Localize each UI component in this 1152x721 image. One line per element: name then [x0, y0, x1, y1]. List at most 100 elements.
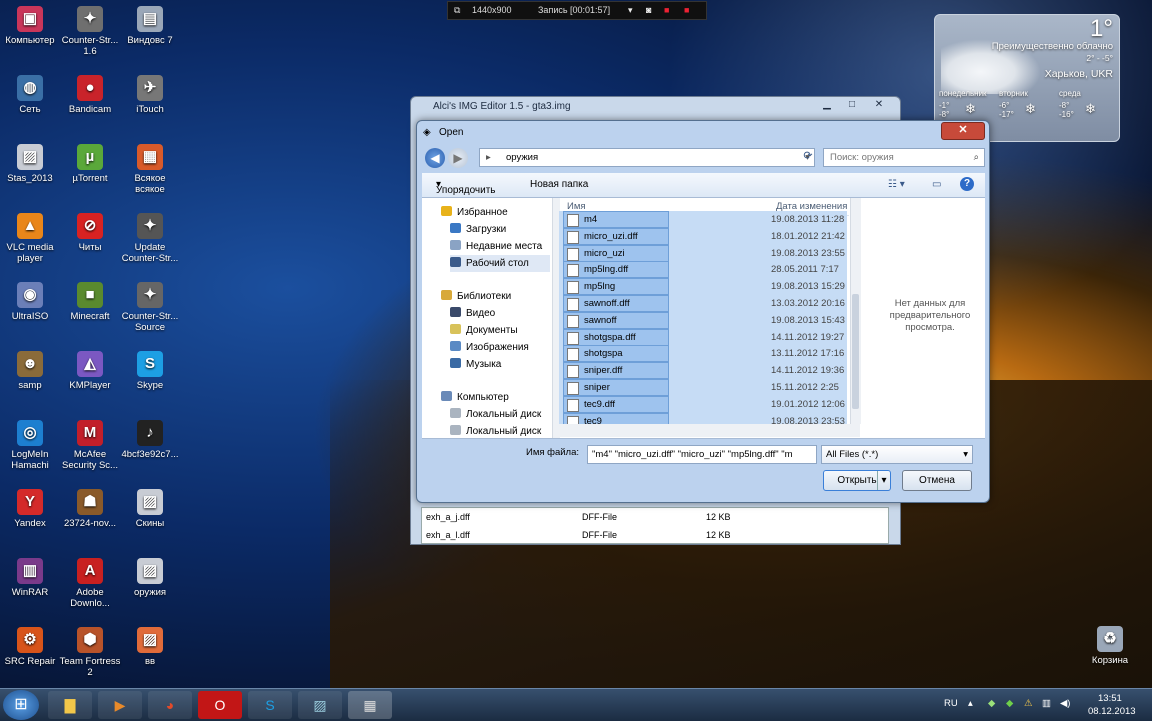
clock-time[interactable]: 13:51 — [1098, 693, 1122, 704]
img-file-row[interactable]: exh_a_j.dff DFF-File 12 KB — [422, 512, 882, 528]
img-file-row[interactable]: exh_a_l.dff DFF-File 12 KB — [422, 530, 882, 546]
file-row[interactable]: mp5lng.dff 28.05.2011 7:17 — [559, 261, 847, 279]
desktop-icon[interactable]: ☻ samp — [0, 351, 61, 391]
desktop-icon[interactable]: ✈ iTouch — [119, 75, 181, 115]
file-row[interactable]: shotgspa 13.11.2012 17:16 — [559, 345, 847, 363]
desktop-icon[interactable]: ⚙ SRC Repair — [0, 627, 61, 667]
filetype-select[interactable]: All Files (*.*) ▾ — [821, 445, 973, 464]
desktop-icon[interactable]: ▦ Всякое всякое — [119, 144, 181, 195]
desktop-icon[interactable]: ▨ Скины — [119, 489, 181, 529]
desktop-icon[interactable]: ☗ 23724-nov... — [59, 489, 121, 529]
preview-pane-icon[interactable]: ▭ — [932, 179, 941, 190]
chrome-taskbar-icon[interactable]: ◕ — [148, 691, 192, 719]
desktop-icon[interactable]: Y Yandex — [0, 489, 61, 529]
desktop-icon[interactable]: M McAfee Security Sc... — [59, 420, 121, 471]
skype-taskbar-icon[interactable]: S — [248, 691, 292, 719]
minimize-button[interactable]: ▁ — [814, 97, 840, 114]
desktop-icon[interactable]: ▨ вв — [119, 627, 181, 667]
desktop-icon[interactable]: ⊘ Читы — [59, 213, 121, 253]
file-row[interactable]: micro_uzi 19.08.2013 23:55 — [559, 244, 847, 262]
tree-item[interactable]: Локальный диск — [450, 406, 541, 423]
open-button[interactable]: Открыть ▾ — [823, 470, 891, 491]
search-input[interactable]: Поиск: оружия ⌕ — [823, 148, 985, 167]
desktop-icon[interactable]: ◭ KMPlayer — [59, 351, 121, 391]
desktop-icon[interactable]: ▨ оружия — [119, 558, 181, 598]
desktop-icon[interactable]: ▤ Виндовс 7 — [119, 6, 181, 46]
desktop-icon[interactable]: S Skype — [119, 351, 181, 391]
desktop-icon[interactable]: ✦ Update Counter-Str... — [119, 213, 181, 264]
desktop-icon[interactable]: ⬢ Team Fortress 2 — [59, 627, 121, 678]
stop-icon[interactable]: ■ — [684, 2, 689, 19]
opera-taskbar-icon[interactable]: O — [198, 691, 242, 719]
file-row[interactable]: micro_uzi.dff 18.01.2012 21:42 — [559, 227, 847, 245]
desktop-icon[interactable]: ♪ 4bcf3e92c7... — [119, 420, 181, 460]
refresh-icon[interactable]: ⟳ — [797, 148, 819, 165]
desktop-icon[interactable]: ◎ LogMeIn Hamachi — [0, 420, 61, 471]
record-icon[interactable]: ■ — [664, 2, 669, 19]
desktop-icon[interactable]: ♻ Корзина — [1079, 626, 1141, 666]
clock-date[interactable]: 08.12.2013 — [1088, 706, 1136, 717]
tree-item[interactable]: Видео — [450, 305, 495, 322]
organize-button[interactable]: Упорядочить ▾ — [436, 179, 496, 196]
desktop-icon[interactable]: ● Bandicam — [59, 75, 121, 115]
file-list-scrollbar[interactable] — [850, 198, 861, 424]
view-options-icon[interactable]: ☷ ▾ — [888, 179, 905, 190]
desktop-icon[interactable]: ▥ WinRAR — [0, 558, 61, 598]
volume-icon[interactable]: ◀) — [1060, 698, 1070, 709]
tree-item[interactable]: Музыка — [450, 356, 501, 373]
desktop-icon[interactable]: ▨ Stas_2013 — [0, 144, 61, 184]
tray-torrent-icon[interactable]: ◆ — [1006, 698, 1013, 709]
file-row[interactable]: sniper.dff 14.11.2012 19:36 — [559, 362, 847, 380]
maximize-button[interactable]: □ — [840, 97, 864, 114]
tree-item[interactable]: Библиотеки — [441, 288, 511, 305]
file-row[interactable]: sawnoff 19.08.2013 15:43 — [559, 311, 847, 329]
desktop-icon[interactable]: A Adobe Downlo... — [59, 558, 121, 609]
tree-item[interactable]: Документы — [450, 322, 518, 339]
scroll-thumb[interactable] — [852, 294, 859, 409]
file-row[interactable]: shotgspa.dff 14.11.2012 19:27 — [559, 328, 847, 346]
show-hidden-icons-icon[interactable]: ▴ — [968, 698, 973, 709]
address-bar[interactable]: ▸ оружия ▾ — [479, 148, 815, 167]
file-row[interactable]: sniper 15.11.2012 2:25 — [559, 379, 847, 396]
camera-icon[interactable]: ◙ — [646, 2, 651, 19]
desktop-icon[interactable]: ■ Minecraft — [59, 282, 121, 322]
network-icon[interactable]: ▥ — [1042, 698, 1051, 709]
tray-app-icon[interactable]: ◆ — [988, 698, 995, 709]
media-player-taskbar-icon[interactable]: ▶ — [98, 691, 142, 719]
help-icon[interactable]: ? — [960, 177, 974, 191]
program-taskbar-icon[interactable]: ▨ — [298, 691, 342, 719]
language-indicator[interactable]: RU — [944, 698, 958, 709]
tree-item[interactable]: Загрузки — [450, 221, 506, 238]
forward-arrow-icon[interactable]: ▶ — [448, 148, 468, 168]
filename-input[interactable]: "m4" "micro_uzi.dff" "micro_uzi" "mp5lng… — [587, 445, 817, 464]
cancel-button[interactable]: Отмена — [902, 470, 972, 491]
desktop-icon[interactable]: ◍ Сеть — [0, 75, 61, 115]
search-icon[interactable]: ⌕ — [974, 149, 979, 166]
desktop-icon[interactable]: ▲ VLC media player — [0, 213, 61, 264]
start-button[interactable]: ⊞ — [3, 690, 39, 720]
tree-item[interactable]: Избранное — [441, 204, 508, 221]
file-row[interactable]: mp5lng 19.08.2013 15:29 — [559, 278, 847, 296]
desktop-icon[interactable]: ▣ Компьютер — [0, 6, 61, 46]
horizontal-scrollbar[interactable] — [559, 424, 860, 437]
dialog-close-button[interactable]: ✕ — [941, 122, 985, 140]
img-editor-taskbar-icon[interactable]: ▦ — [348, 691, 392, 719]
tree-item[interactable]: Компьютер — [441, 389, 509, 406]
explorer-taskbar-icon[interactable]: ▇ — [48, 691, 92, 719]
back-arrow-icon[interactable]: ◀ — [425, 148, 445, 168]
tree-item[interactable]: Рабочий стол — [450, 255, 550, 272]
open-split-arrow-icon[interactable]: ▾ — [877, 471, 890, 490]
action-center-icon[interactable]: ⚠ — [1024, 698, 1033, 709]
file-row[interactable]: m4 19.08.2013 11:28 — [559, 211, 847, 228]
dropdown-icon[interactable]: ▾ — [628, 2, 633, 19]
close-button[interactable]: ✕ — [864, 97, 894, 114]
desktop-icon[interactable]: ◉ UltraISO — [0, 282, 61, 322]
desktop-icon[interactable]: ✦ Counter-Str... Source — [119, 282, 181, 333]
tree-item[interactable]: Локальный диск — [450, 423, 541, 440]
desktop-icon[interactable]: ✦ Counter-Str... 1.6 — [59, 6, 121, 57]
tree-item[interactable]: Изображения — [450, 339, 529, 356]
new-folder-button[interactable]: Новая папка — [530, 179, 588, 190]
file-row[interactable]: tec9.dff 19.01.2012 12:06 — [559, 395, 847, 413]
tree-item[interactable]: Недавние места — [450, 238, 542, 255]
file-row[interactable]: sawnoff.dff 13.03.2012 20:16 — [559, 295, 847, 312]
